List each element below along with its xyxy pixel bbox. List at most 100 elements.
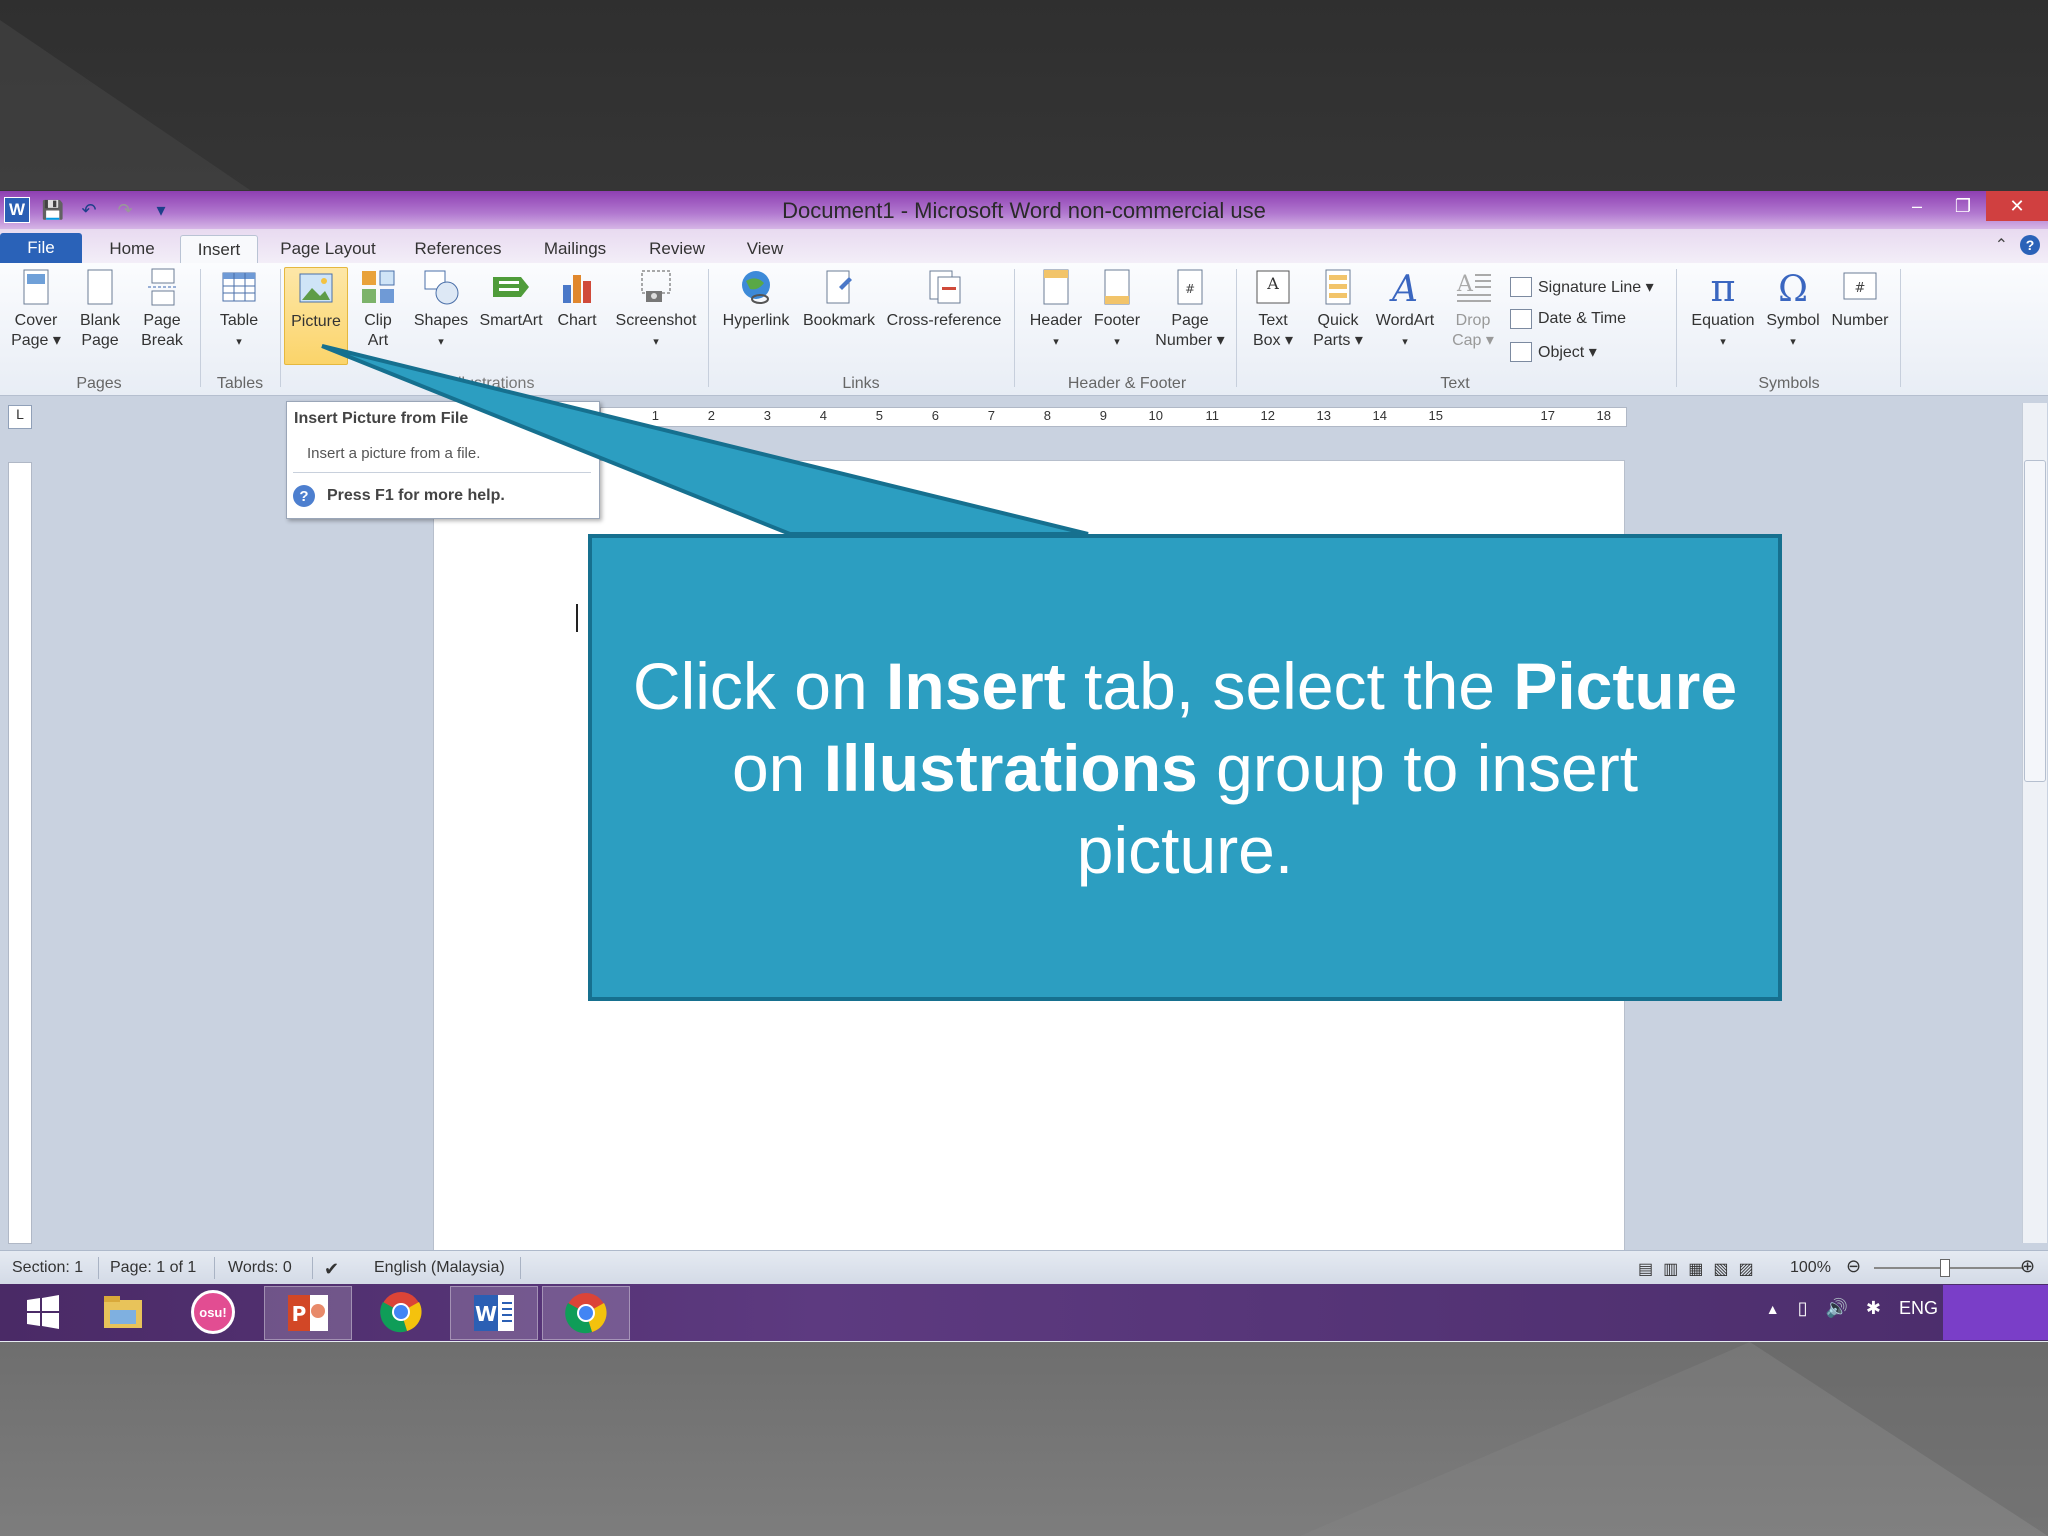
table-button[interactable]: Table ▾ — [208, 267, 270, 352]
status-language[interactable]: English (Malaysia) — [374, 1259, 505, 1277]
callout-part-bold: Illustrations — [823, 730, 1198, 805]
text-cursor — [576, 604, 578, 632]
zoom-level[interactable]: 100% — [1790, 1259, 1831, 1277]
clip-art-button[interactable]: Clip Art — [350, 267, 406, 351]
svg-text:Ω: Ω — [1778, 269, 1808, 307]
text-box-icon: A — [1253, 267, 1293, 307]
help-icon[interactable]: ? — [2020, 235, 2040, 255]
quick-parts-button[interactable]: Quick Parts ▾ — [1306, 267, 1370, 351]
drop-cap-icon: A — [1453, 267, 1493, 307]
symbol-button[interactable]: Ω Symbol ▾ — [1762, 267, 1824, 352]
restore-icon[interactable]: ❐ — [1940, 191, 1986, 221]
bluetooth-icon[interactable]: ✱ — [1866, 1298, 1881, 1319]
bookmark-button[interactable]: Bookmark — [798, 267, 880, 331]
taskbar-osu[interactable]: osu! — [170, 1286, 256, 1338]
insert-ribbon: Cover Page ▾ Blank Page Page Break Pages… — [0, 263, 2048, 396]
text-box-button[interactable]: A Text Box ▾ — [1240, 267, 1306, 351]
shapes-button[interactable]: Shapes ▾ — [408, 267, 474, 352]
taskbar-file-explorer[interactable] — [80, 1286, 166, 1338]
taskbar-chrome[interactable] — [542, 1286, 630, 1340]
page-break-button[interactable]: Page Break — [132, 267, 192, 351]
tab-mailings[interactable]: Mailings — [532, 235, 618, 263]
status-section[interactable]: Section: 1 — [12, 1259, 83, 1277]
redo-icon[interactable]: ↷ — [112, 197, 138, 223]
horizontal-ruler: 1 2 3 4 5 6 7 8 9 10 11 12 13 14 15 17 1… — [600, 407, 1627, 427]
group-label-pages: Pages — [76, 375, 122, 392]
svg-text:A: A — [1389, 269, 1418, 307]
proofing-icon[interactable]: ✔ — [324, 1259, 339, 1280]
date-time-button[interactable]: Date & Time — [1510, 309, 1626, 329]
header-button[interactable]: Header ▾ — [1020, 267, 1092, 352]
group-separator — [280, 269, 281, 387]
smartart-button[interactable]: SmartArt — [476, 267, 546, 331]
customize-qat-icon[interactable]: ▾ — [148, 197, 174, 223]
wordart-button[interactable]: A WordArt ▾ — [1370, 267, 1440, 352]
svg-text:#: # — [1855, 281, 1866, 296]
taskbar-powerpoint[interactable]: P — [264, 1286, 352, 1340]
footer-button[interactable]: Footer ▾ — [1084, 267, 1150, 352]
window-title: Document1 - Microsoft Word non-commercia… — [782, 198, 1266, 223]
zoom-slider-thumb[interactable] — [1940, 1259, 1950, 1277]
tray-expand-icon[interactable]: ▲ — [1766, 1301, 1780, 1317]
screenshot-button[interactable]: Screenshot ▾ — [608, 267, 704, 352]
status-words[interactable]: Words: 0 — [228, 1259, 292, 1277]
tab-file[interactable]: File — [0, 233, 82, 263]
blank-page-button[interactable]: Blank Page — [70, 267, 130, 351]
ruler-number: 1 — [651, 408, 659, 423]
tab-page-layout[interactable]: Page Layout — [272, 235, 384, 263]
word-app-icon[interactable]: W — [4, 197, 30, 223]
show-desktop-button[interactable] — [1943, 1285, 2048, 1340]
minimize-ribbon-icon[interactable]: ⌃ — [1995, 235, 2008, 255]
blank-page-icon — [80, 267, 120, 307]
group-label-links: Links — [842, 375, 880, 392]
tab-view[interactable]: View — [736, 235, 794, 263]
status-divider — [312, 1257, 313, 1279]
clip-art-icon — [358, 267, 398, 307]
equation-button[interactable]: π Equation ▾ — [1684, 266, 1762, 352]
taskbar-word[interactable]: W — [450, 1286, 538, 1340]
view-buttons[interactable]: ▤▥▦▧▨ — [1638, 1259, 1764, 1279]
volume-icon[interactable]: 🔊 — [1825, 1298, 1847, 1319]
group-separator — [200, 269, 201, 387]
scrollbar-thumb[interactable] — [2024, 460, 2046, 782]
cross-reference-button[interactable]: Cross-reference — [882, 267, 1006, 331]
folder-icon — [104, 1296, 142, 1328]
taskbar-chrome[interactable] — [358, 1286, 444, 1338]
tab-insert[interactable]: Insert — [180, 235, 258, 264]
power-icon[interactable]: ▯ — [1798, 1298, 1808, 1319]
page-break-icon — [142, 267, 182, 307]
picture-tooltip: Insert Picture from File Insert a pictur… — [286, 401, 600, 519]
chrome-icon — [565, 1293, 607, 1334]
tab-selector[interactable]: L — [8, 405, 32, 429]
instruction-callout: Click on Insert tab, select the Picture … — [588, 534, 1782, 1001]
number-button[interactable]: # Number — [1826, 267, 1894, 331]
tab-references[interactable]: References — [404, 235, 512, 263]
start-button[interactable] — [0, 1286, 86, 1338]
tooltip-help: Press F1 for more help. — [327, 487, 505, 504]
tab-home[interactable]: Home — [100, 235, 164, 263]
svg-text:#: # — [1185, 282, 1195, 296]
tab-review[interactable]: Review — [638, 235, 716, 263]
hyperlink-button[interactable]: Hyperlink — [716, 267, 796, 331]
page-number-button[interactable]: # Page Number ▾ — [1150, 267, 1230, 351]
vertical-ruler — [8, 462, 32, 1244]
chart-button[interactable]: Chart — [548, 267, 606, 331]
zoom-out-icon[interactable]: ⊖ — [1846, 1256, 1861, 1277]
minimize-icon[interactable]: – — [1894, 191, 1940, 221]
object-button[interactable]: Object ▾ — [1510, 342, 1597, 362]
callout-part-bold: Insert — [885, 648, 1066, 723]
cover-page-button[interactable]: Cover Page ▾ — [6, 267, 66, 351]
status-page[interactable]: Page: 1 of 1 — [110, 1259, 196, 1277]
language-indicator[interactable]: ENG — [1899, 1298, 1938, 1319]
drop-cap-button[interactable]: A Drop Cap ▾ — [1442, 267, 1504, 351]
ruler-number: 12 — [1260, 408, 1275, 423]
save-icon[interactable]: 💾 — [40, 197, 66, 223]
equation-icon: π — [1703, 266, 1743, 310]
signature-line-button[interactable]: Signature Line ▾ — [1510, 277, 1654, 297]
picture-button[interactable]: Picture — [284, 267, 348, 365]
undo-icon[interactable]: ↶ — [76, 197, 102, 223]
object-icon — [1510, 342, 1532, 362]
header-icon — [1036, 267, 1076, 307]
zoom-in-icon[interactable]: ⊕ — [2020, 1256, 2035, 1277]
close-icon[interactable]: ✕ — [1986, 191, 2048, 221]
